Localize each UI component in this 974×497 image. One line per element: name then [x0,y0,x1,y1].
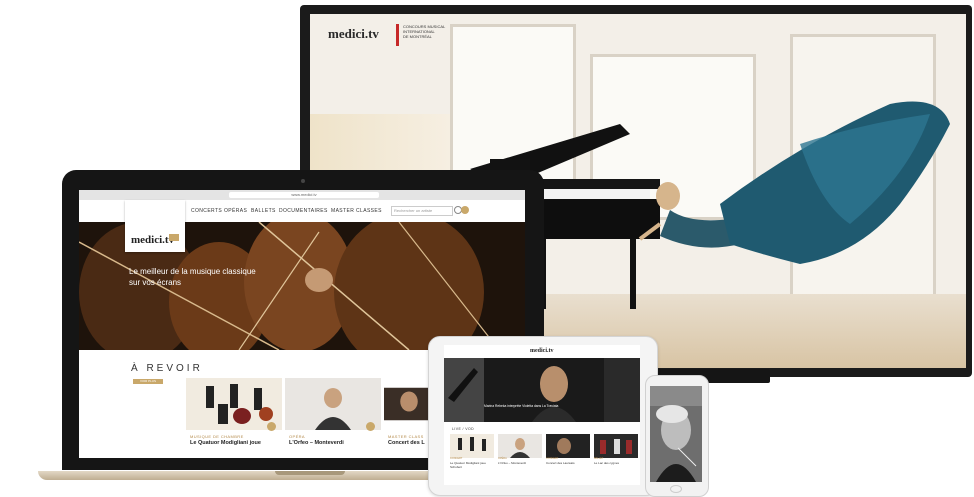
nav-documentaires[interactable]: DOCUMENTAIRES [279,208,328,214]
tablet-list-title: LIVE / VOD [452,427,475,431]
tv-logo: medici.tv [328,26,379,41]
see-more-tag[interactable]: VOIR PLUS [133,379,163,384]
video-card-1[interactable]: MUSIQUE DE CHAMBRE Le Quatuor Modigliani… [186,378,282,458]
address-bar[interactable]: www.medici.tv [229,192,379,198]
play-icon[interactable] [267,422,276,431]
phone-portrait-image [650,386,702,482]
tablet-item-title: Le Quatuor Modigliani joue Schubert [450,461,486,469]
section-title: À REVOIR [131,363,203,374]
tablet-item-category: CONCERT [546,457,559,460]
tablet-thumb-3[interactable] [546,434,590,458]
tablet-thumb-4[interactable] [594,434,638,458]
card-title: Le Quatuor Modigliani joue [190,440,261,446]
card-category: OPÉRA [289,434,306,439]
card-category: MASTER CLASS [388,434,424,439]
tablet-header: medici.tv [444,345,640,359]
phone-screen[interactable] [650,386,702,482]
laptop-notch [275,471,345,475]
tablet-hero-caption: Marina Rebeka interprète Violetta dans L… [484,404,559,408]
video-card-2[interactable]: OPÉRA L'Orfeo – Monteverdi [285,378,381,458]
tablet-thumb-1[interactable] [450,434,494,458]
partner-logo-bar [396,24,399,46]
browser-toolbar: www.medici.tv [79,190,525,206]
user-icon[interactable] [461,206,469,214]
nav-concerts[interactable]: CONCERTS [191,208,222,214]
tablet-hero-image [444,358,640,422]
tablet-screen: medici.tv Marina Rebeka interprète Viole… [444,345,640,485]
tablet-thumb-2[interactable] [498,434,542,458]
partner-logo-text: CONCOURS MUSICAL INTERNATIONAL DE MONTRÉ… [403,24,473,39]
tablet-item-category: BALLET [594,457,604,460]
pianist-in-blue-dress [638,101,950,264]
play-icon[interactable] [366,422,375,431]
site-logo-box[interactable]: medici.tv [125,200,185,252]
camera-icon [301,179,305,183]
tablet-item-title: L'Orfeo – Monteverdi [498,461,526,465]
hero-tagline: Le meilleur de la musique classique sur … [129,267,256,287]
tablet-item-category: OPÉRA [498,457,507,460]
tablet-hero[interactable]: Marina Rebeka interprète Violetta dans L… [444,358,640,422]
site-logo: medici.tv [131,234,175,246]
home-button[interactable] [670,485,682,493]
card-title: Concert des L [388,440,425,446]
partner-line-3: DE MONTRÉAL [403,34,432,39]
logo-badge [169,234,179,241]
tablet-item-title: Concert des Lauréats [546,461,575,465]
card-title: L'Orfeo – Monteverdi [289,440,344,446]
tablet-item-title: Le Lac des cygnes [594,461,620,465]
nav-operas[interactable]: OPÉRAS [224,208,247,214]
tablet-logo: medici.tv [530,348,554,354]
tv-header: medici.tv CONCOURS MUSICAL INTERNATIONAL… [310,14,966,54]
tablet-item-category: CONCERT [450,457,463,460]
nav-master-classes[interactable]: MASTER CLASSES [331,208,382,214]
nav-ballets[interactable]: BALLETS [251,208,276,214]
search-input[interactable]: Rechercher un artiste [391,206,453,216]
card-category: MUSIQUE DE CHAMBRE [190,434,244,439]
